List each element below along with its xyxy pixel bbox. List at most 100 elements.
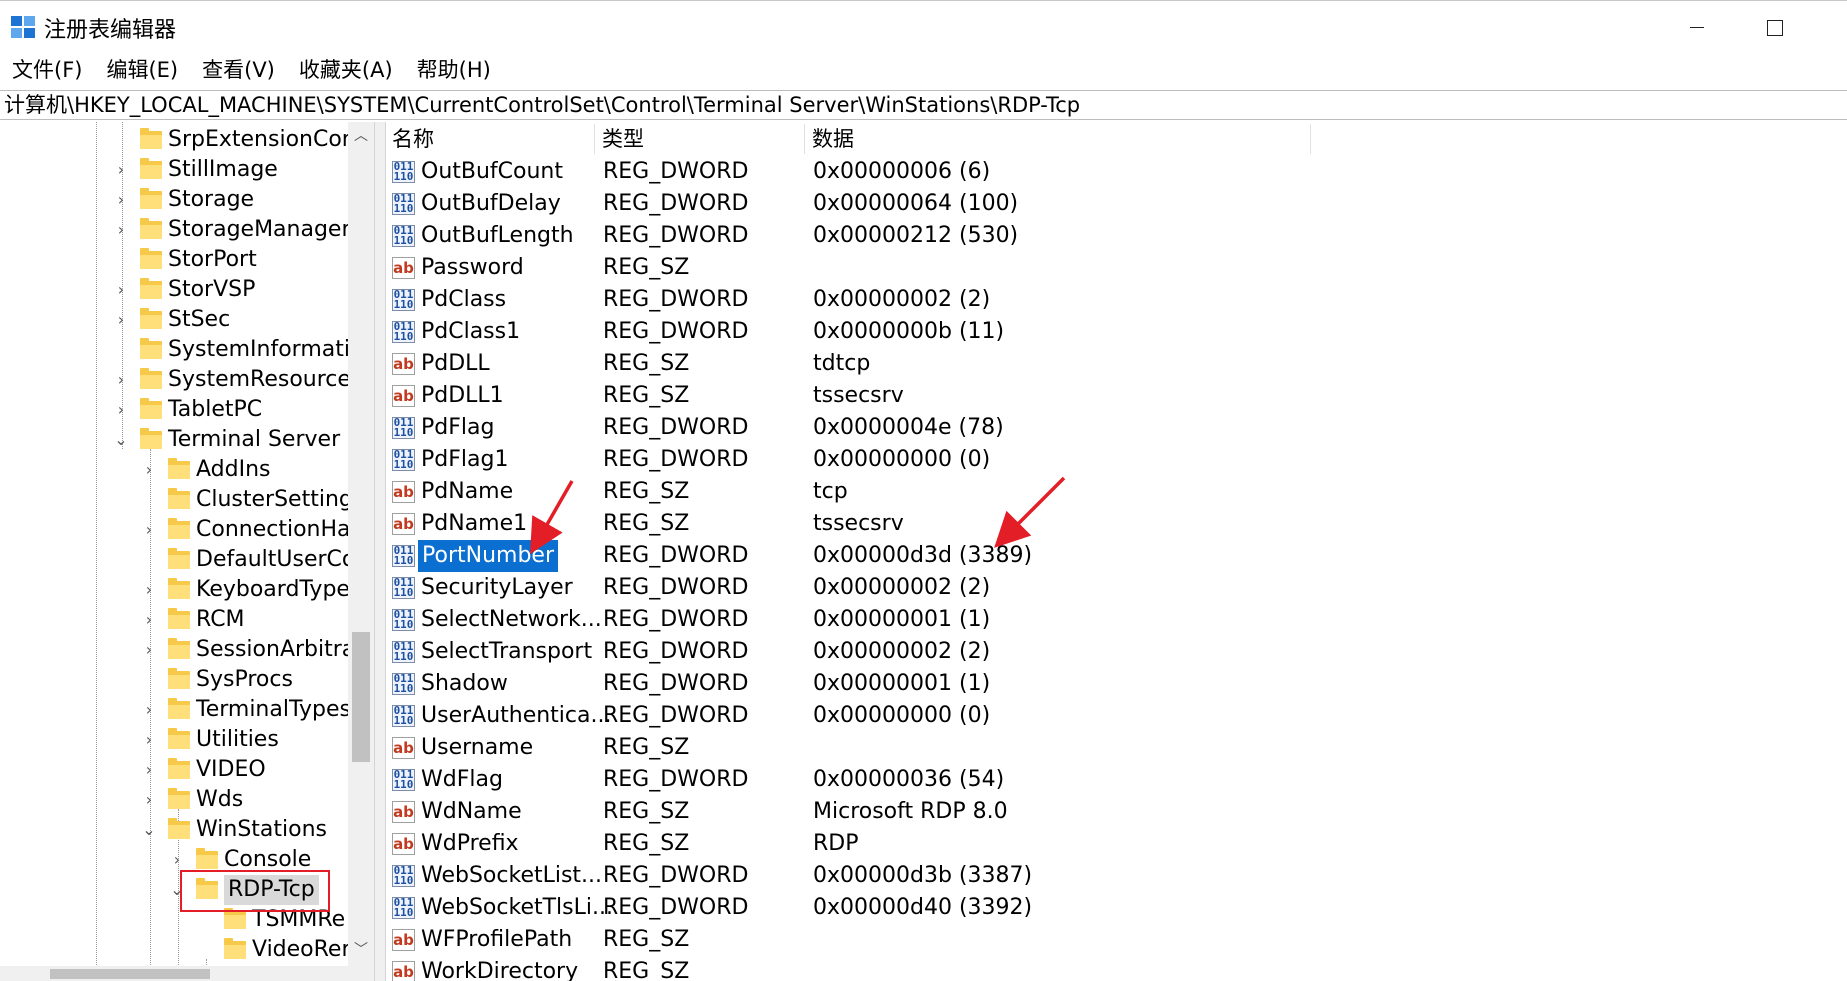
tree-hscroll-thumb[interactable] bbox=[50, 969, 210, 979]
value-row[interactable]: 011 110 UserAuthentica... REG_DWORD 0x00000… bbox=[386, 700, 1847, 732]
tree-item[interactable]: SrpExtensionConf bbox=[0, 125, 374, 155]
value-row[interactable]: ab WorkDirectory REG_SZ bbox=[386, 956, 1847, 981]
collapse-chevron-icon[interactable]: ⌄ bbox=[141, 815, 157, 845]
tree-item[interactable]: › StorageManagem bbox=[0, 215, 374, 245]
tree-horizontal-scrollbar[interactable] bbox=[0, 966, 374, 981]
tree-item[interactable]: › TabletPC bbox=[0, 395, 374, 425]
tree-item[interactable]: › KeyboardType bbox=[0, 575, 374, 605]
tree-item[interactable]: › StillImage bbox=[0, 155, 374, 185]
window-title: 注册表编辑器 bbox=[44, 18, 177, 43]
value-row[interactable]: ab Username REG_SZ bbox=[386, 732, 1847, 764]
menu-edit[interactable]: 编辑(E) bbox=[94, 54, 190, 86]
tree-item[interactable]: › StSec bbox=[0, 305, 374, 335]
expand-chevron-icon[interactable]: › bbox=[141, 725, 157, 755]
value-row[interactable]: ab Password REG_SZ bbox=[386, 252, 1847, 284]
tree-item[interactable]: DefaultUserCo bbox=[0, 545, 374, 575]
value-row[interactable]: 011 110 WebSocketList... REG_DWORD 0x00000d… bbox=[386, 860, 1847, 892]
value-type: REG_DWORD bbox=[603, 319, 749, 344]
value-row[interactable]: ab PdDLL1 REG_SZ tssecsrv bbox=[386, 380, 1847, 412]
tree-item[interactable]: VideoRer bbox=[0, 935, 374, 965]
expand-chevron-icon[interactable]: › bbox=[141, 605, 157, 635]
menu-favorites[interactable]: 收藏夹(A) bbox=[287, 54, 405, 86]
value-row[interactable]: 011 110 PortNumber REG_DWORD 0x00000d3d (33… bbox=[386, 540, 1847, 572]
expand-chevron-icon[interactable]: › bbox=[113, 215, 129, 245]
menu-help[interactable]: 帮助(H) bbox=[405, 54, 503, 86]
value-data: 0x00000002 (2) bbox=[813, 575, 991, 600]
folder-icon bbox=[168, 758, 190, 779]
column-header-name[interactable]: 名称 bbox=[386, 122, 434, 156]
tree-vertical-scrollbar[interactable]: ︿ ﹀ bbox=[348, 122, 374, 981]
tree-item[interactable]: SysProcs bbox=[0, 665, 374, 695]
value-row[interactable]: 011 110 WdFlag REG_DWORD 0x00000036 (54) bbox=[386, 764, 1847, 796]
tree-item[interactable]: › Storage bbox=[0, 185, 374, 215]
pane-splitter[interactable] bbox=[374, 122, 386, 981]
tree-item[interactable]: › SystemResources bbox=[0, 365, 374, 395]
expand-chevron-icon[interactable]: › bbox=[113, 365, 129, 395]
expand-chevron-icon[interactable]: › bbox=[141, 785, 157, 815]
tree-item[interactable]: ClusterSettings bbox=[0, 485, 374, 515]
tree-item[interactable]: › ConnectionHar bbox=[0, 515, 374, 545]
expand-chevron-icon[interactable]: › bbox=[113, 275, 129, 305]
tree-item[interactable]: › RCM bbox=[0, 605, 374, 635]
expand-chevron-icon[interactable]: › bbox=[113, 155, 129, 185]
collapse-chevron-icon[interactable]: ⌄ bbox=[113, 425, 129, 455]
tree-item[interactable]: › AddIns bbox=[0, 455, 374, 485]
value-row[interactable]: 011 110 OutBufCount REG_DWORD 0x00000006 (6… bbox=[386, 156, 1847, 188]
value-row[interactable]: 011 110 PdFlag REG_DWORD 0x0000004e (78) bbox=[386, 412, 1847, 444]
value-row[interactable]: ab PdDLL REG_SZ tdtcp bbox=[386, 348, 1847, 380]
value-row[interactable]: 011 110 SelectNetwork... REG_DWORD 0x000000… bbox=[386, 604, 1847, 636]
folder-icon bbox=[140, 188, 162, 209]
column-divider[interactable] bbox=[1310, 124, 1311, 154]
menu-file[interactable]: 文件(F) bbox=[0, 54, 94, 86]
menu-view[interactable]: 查看(V) bbox=[190, 54, 287, 86]
scroll-up-icon[interactable]: ︿ bbox=[353, 128, 369, 144]
tree-item[interactable]: › SessionArbitrat bbox=[0, 635, 374, 665]
tree-item[interactable]: StorPort bbox=[0, 245, 374, 275]
list-header: 名称 类型 数据 bbox=[386, 122, 1847, 156]
column-header-type[interactable]: 类型 bbox=[596, 122, 644, 156]
expand-chevron-icon[interactable]: › bbox=[141, 455, 157, 485]
value-row[interactable]: ab PdName REG_SZ tcp bbox=[386, 476, 1847, 508]
tree-item[interactable]: ⌄ Terminal Server bbox=[0, 425, 374, 455]
value-row[interactable]: ab WFProfilePath REG_SZ bbox=[386, 924, 1847, 956]
value-row[interactable]: 011 110 Shadow REG_DWORD 0x00000001 (1) bbox=[386, 668, 1847, 700]
value-row[interactable]: 011 110 WebSocketTlsLi... REG_DWORD 0x00000… bbox=[386, 892, 1847, 924]
tree-item[interactable]: › Wds bbox=[0, 785, 374, 815]
value-row[interactable]: 011 110 SelectTransport REG_DWORD 0x0000000… bbox=[386, 636, 1847, 668]
address-bar[interactable]: 计算机\HKEY_LOCAL_MACHINE\SYSTEM\CurrentCon… bbox=[0, 90, 1847, 120]
value-data: 0x00000212 (530) bbox=[813, 223, 1019, 248]
tree-item[interactable]: › VIDEO bbox=[0, 755, 374, 785]
expand-chevron-icon[interactable]: › bbox=[141, 575, 157, 605]
expand-chevron-icon[interactable]: › bbox=[141, 635, 157, 665]
expand-chevron-icon[interactable]: › bbox=[141, 755, 157, 785]
value-row[interactable]: ab WdName REG_SZ Microsoft RDP 8.0 bbox=[386, 796, 1847, 828]
dword-value-icon: 011 110 bbox=[392, 449, 415, 471]
value-row[interactable]: 011 110 SecurityLayer REG_DWORD 0x00000002 … bbox=[386, 572, 1847, 604]
scroll-down-icon[interactable]: ﹀ bbox=[353, 942, 369, 958]
value-row[interactable]: 011 110 PdClass REG_DWORD 0x00000002 (2) bbox=[386, 284, 1847, 316]
expand-chevron-icon[interactable]: › bbox=[141, 515, 157, 545]
expand-chevron-icon[interactable]: › bbox=[113, 305, 129, 335]
value-row[interactable]: ab WdPrefix REG_SZ RDP bbox=[386, 828, 1847, 860]
tree-item[interactable]: › Utilities bbox=[0, 725, 374, 755]
tree-item[interactable]: › TerminalTypes bbox=[0, 695, 374, 725]
column-header-data[interactable]: 数据 bbox=[806, 122, 854, 156]
value-row[interactable]: ab PdName1 REG_SZ tssecsrv bbox=[386, 508, 1847, 540]
expand-chevron-icon[interactable]: › bbox=[113, 185, 129, 215]
value-row[interactable]: 011 110 PdClass1 REG_DWORD 0x0000000b (11) bbox=[386, 316, 1847, 348]
expand-chevron-icon[interactable]: › bbox=[141, 695, 157, 725]
tree-item[interactable]: SystemInformatio bbox=[0, 335, 374, 365]
value-type: REG_DWORD bbox=[603, 191, 749, 216]
value-row[interactable]: 011 110 PdFlag1 REG_DWORD 0x00000000 (0) bbox=[386, 444, 1847, 476]
column-divider[interactable] bbox=[594, 124, 595, 154]
column-divider[interactable] bbox=[804, 124, 805, 154]
expand-chevron-icon[interactable]: › bbox=[113, 395, 129, 425]
minimize-button[interactable] bbox=[1676, 15, 1716, 45]
tree-item[interactable]: › StorVSP bbox=[0, 275, 374, 305]
value-row[interactable]: 011 110 OutBufDelay REG_DWORD 0x00000064 (1… bbox=[386, 188, 1847, 220]
value-row[interactable]: 011 110 OutBufLength REG_DWORD 0x00000212 (… bbox=[386, 220, 1847, 252]
tree-item[interactable]: ⌄ WinStations bbox=[0, 815, 374, 845]
tree-scroll-thumb[interactable] bbox=[352, 632, 370, 762]
maximize-button[interactable] bbox=[1754, 15, 1794, 45]
value-type: REG_DWORD bbox=[603, 767, 749, 792]
